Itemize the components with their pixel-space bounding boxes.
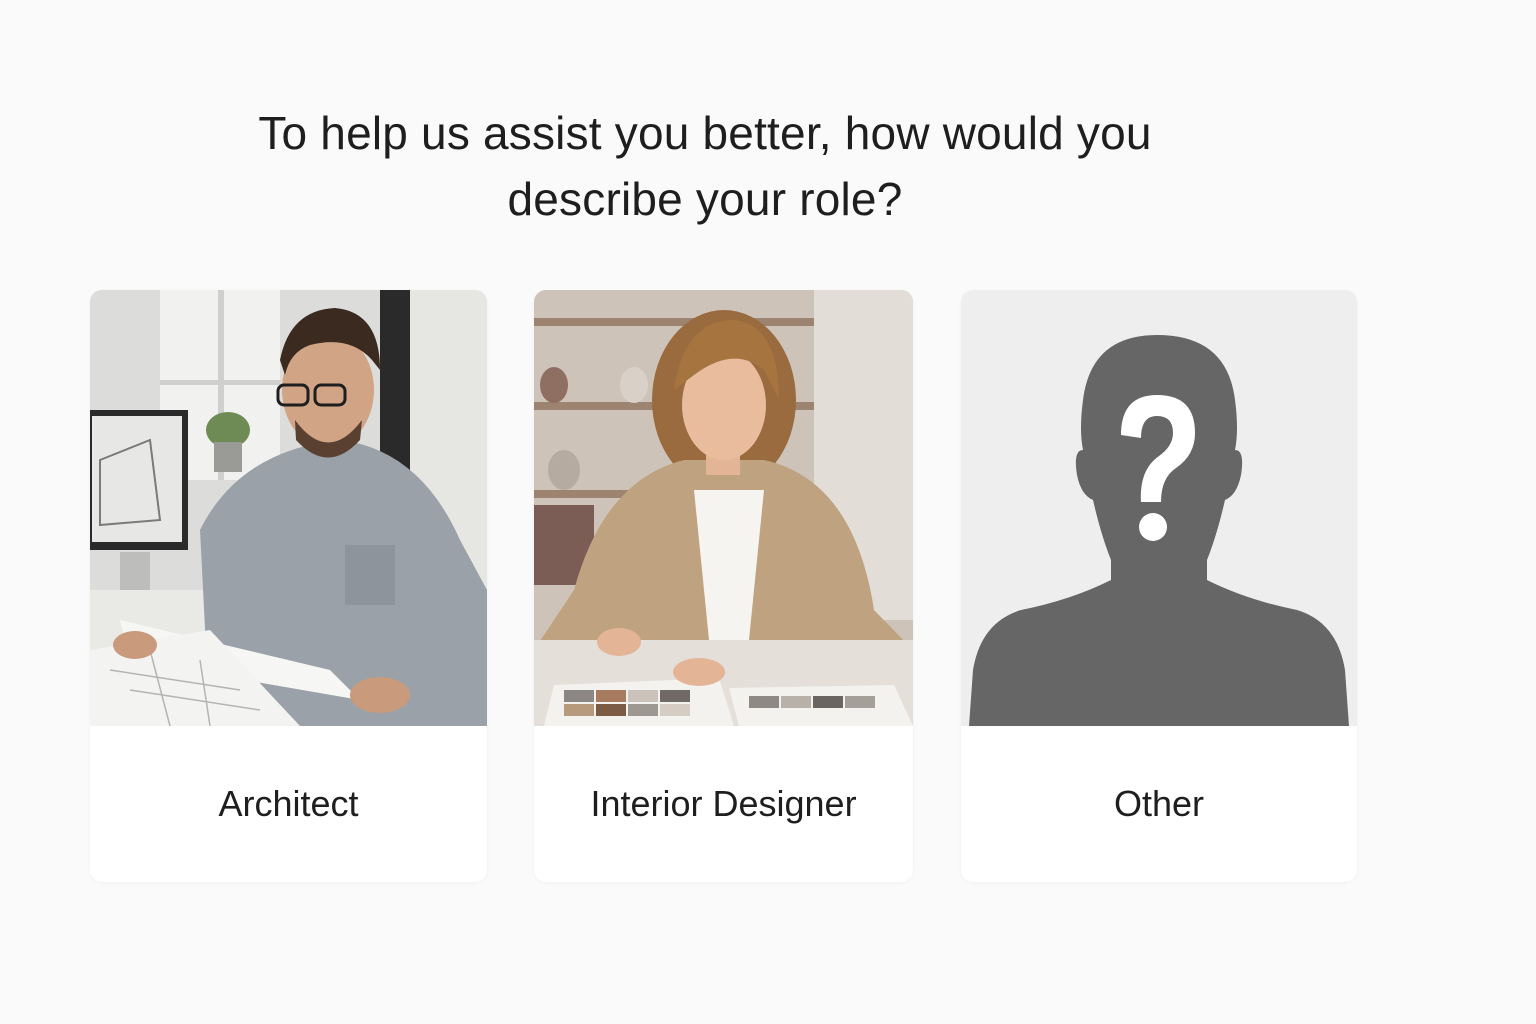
question-line-2: describe your role? bbox=[507, 173, 903, 225]
role-label-architect: Architect bbox=[218, 783, 359, 824]
unknown-person-silhouette-icon bbox=[961, 290, 1357, 726]
interior-designer-photo bbox=[534, 290, 913, 726]
role-question-heading: To help us assist you better, how would … bbox=[0, 100, 1410, 232]
role-label-other: Other bbox=[1113, 783, 1205, 824]
question-line-1: To help us assist you better, how would … bbox=[258, 107, 1152, 159]
architect-photo bbox=[90, 290, 487, 726]
role-card-interior-designer[interactable]: Interior Designer bbox=[534, 290, 913, 882]
role-selection-page: To help us assist you better, how would … bbox=[0, 0, 1536, 1024]
role-card-architect[interactable]: Architect bbox=[90, 290, 487, 882]
role-card-other[interactable]: Other bbox=[961, 290, 1357, 882]
role-label-interior-designer: Interior Designer bbox=[590, 783, 857, 824]
